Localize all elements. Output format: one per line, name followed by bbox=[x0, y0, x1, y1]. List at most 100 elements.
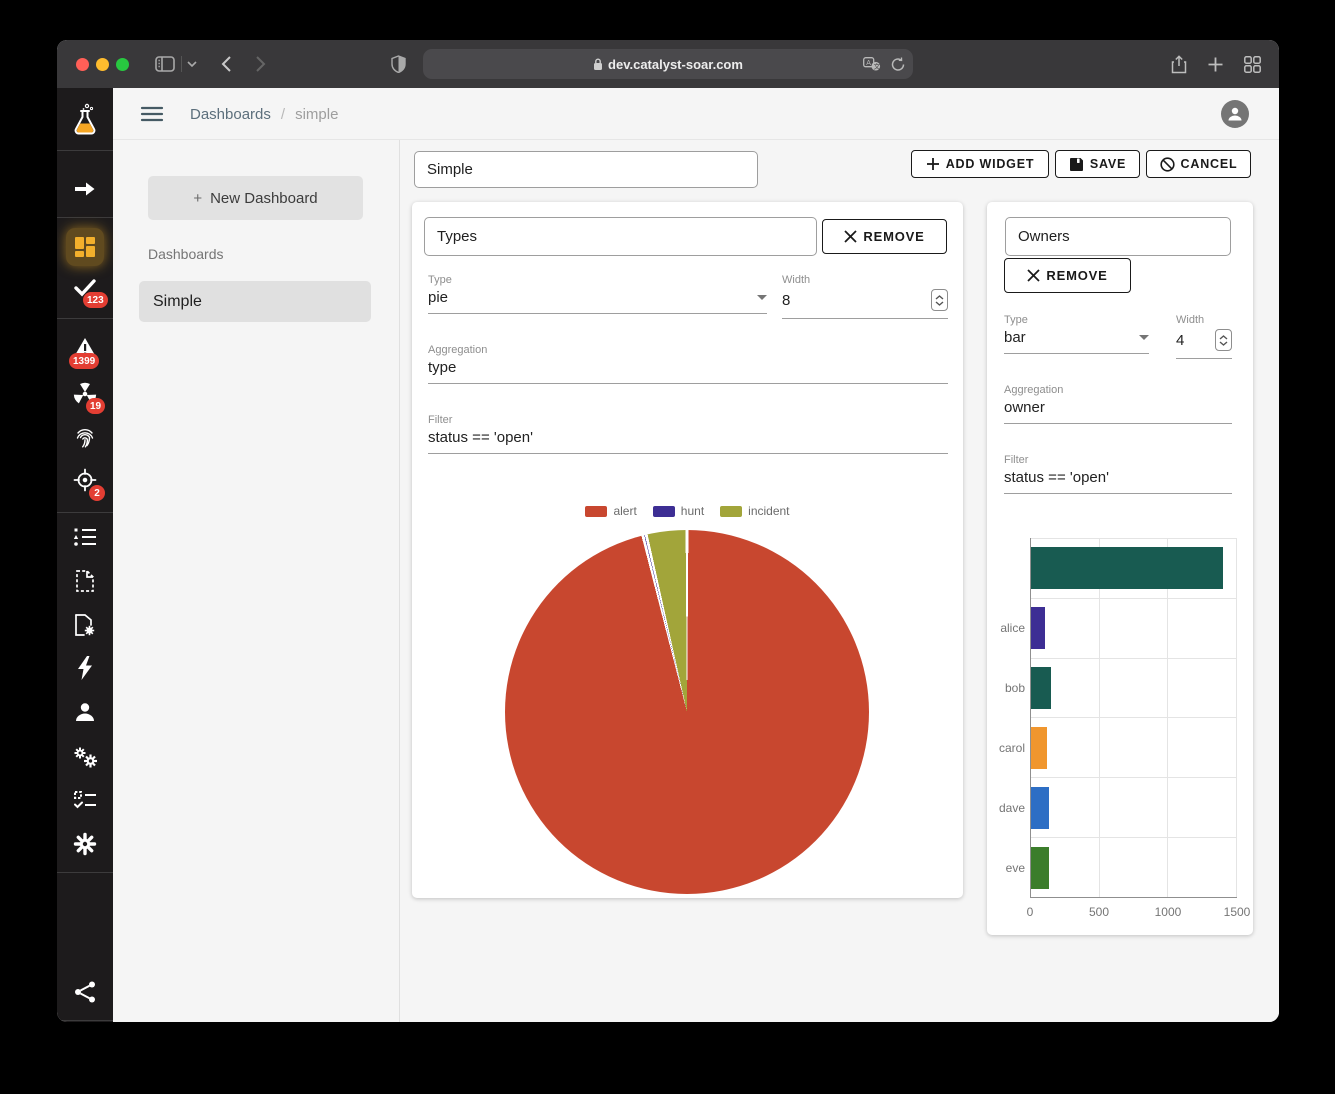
widget-card-owners: REMOVE Type bar Width 4 bbox=[987, 202, 1253, 935]
nav-checklist-icon[interactable] bbox=[57, 780, 113, 820]
x-tick-label: 0 bbox=[1027, 905, 1034, 919]
breadcrumb-page: simple bbox=[295, 106, 338, 123]
legend-item: hunt bbox=[653, 504, 704, 518]
tab-overview-icon[interactable] bbox=[1239, 40, 1265, 88]
legend-item: alert bbox=[585, 504, 636, 518]
aggregation-input[interactable]: Aggregation owner bbox=[1004, 384, 1232, 424]
width-stepper[interactable]: Width 8 bbox=[782, 274, 948, 319]
aggregation-input[interactable]: Aggregation type bbox=[428, 344, 948, 384]
bar bbox=[1031, 787, 1049, 829]
cases-badge: 19 bbox=[86, 398, 105, 414]
nav-gears-icon[interactable] bbox=[57, 737, 113, 777]
bar-row: eve bbox=[1031, 837, 1237, 897]
breadcrumb: Dashboards / simple bbox=[190, 88, 338, 140]
type-select[interactable]: Type bar bbox=[1004, 314, 1149, 354]
svg-text:文: 文 bbox=[874, 62, 881, 71]
bar bbox=[1031, 727, 1047, 769]
lock-icon bbox=[593, 58, 603, 71]
x-tick-label: 500 bbox=[1089, 905, 1109, 919]
dashboards-panel: +New Dashboard Dashboards Simple bbox=[113, 140, 400, 1022]
new-tab-icon[interactable] bbox=[1203, 40, 1227, 88]
url-text: dev.catalyst-soar.com bbox=[608, 57, 743, 72]
back-icon[interactable] bbox=[215, 40, 237, 88]
nav-list-icon[interactable] bbox=[57, 517, 113, 557]
titlebar-divider bbox=[181, 56, 182, 72]
nav-fingerprint-icon[interactable] bbox=[57, 417, 113, 457]
cancel-icon bbox=[1160, 157, 1175, 172]
bar-chart: alicebobcaroldaveeve 050010001500 bbox=[1030, 538, 1237, 898]
nav-rail: 123 1399 19 2 bbox=[57, 88, 113, 1022]
bar-category-label: eve bbox=[989, 861, 1025, 875]
pie-legend: alert hunt incident bbox=[412, 504, 963, 518]
save-button[interactable]: SAVE bbox=[1055, 150, 1140, 178]
nav-dashboards-icon[interactable] bbox=[57, 227, 113, 267]
bar-row: alice bbox=[1031, 598, 1237, 658]
add-widget-button[interactable]: ADD WIDGET bbox=[911, 150, 1049, 178]
stepper-icon[interactable] bbox=[931, 289, 948, 311]
bar-category-label: bob bbox=[989, 681, 1025, 695]
translate-icon[interactable]: A文 bbox=[863, 57, 881, 71]
dashboard-list-item-simple[interactable]: Simple bbox=[139, 281, 371, 322]
nav-file-gear-icon[interactable] bbox=[57, 605, 113, 645]
width-stepper[interactable]: Width 4 bbox=[1176, 314, 1232, 359]
bar bbox=[1031, 667, 1051, 709]
browser-titlebar: dev.catalyst-soar.com A文 bbox=[57, 40, 1279, 88]
tasks-badge: 123 bbox=[83, 292, 108, 308]
type-select[interactable]: Type pie bbox=[428, 274, 767, 314]
breadcrumb-dashboards[interactable]: Dashboards bbox=[190, 106, 271, 123]
shield-icon[interactable] bbox=[387, 40, 409, 88]
alerts-badge: 1399 bbox=[69, 353, 99, 369]
bar-category-label: dave bbox=[989, 801, 1025, 815]
nav-arrow-right-icon[interactable] bbox=[57, 169, 113, 209]
sidebar-toggle-icon[interactable] bbox=[151, 40, 179, 88]
nav-share-icon[interactable] bbox=[57, 972, 113, 1012]
svg-text:A: A bbox=[866, 60, 871, 67]
user-avatar[interactable] bbox=[1221, 100, 1249, 128]
legend-label: incident bbox=[748, 504, 789, 518]
menu-icon[interactable] bbox=[140, 102, 164, 126]
bar-category-label: carol bbox=[989, 741, 1025, 755]
cancel-button[interactable]: CANCEL bbox=[1146, 150, 1251, 178]
filter-input[interactable]: Filter status == 'open' bbox=[1004, 454, 1232, 494]
nav-user-icon[interactable] bbox=[57, 692, 113, 732]
catalyst-flask-logo[interactable] bbox=[57, 100, 113, 140]
nav-radiation-icon[interactable]: 19 bbox=[57, 374, 113, 414]
widget-name-input[interactable] bbox=[424, 217, 817, 256]
chevron-down-icon bbox=[1139, 335, 1149, 340]
widget-card-types: REMOVE Type pie Width 8 bbox=[412, 202, 963, 898]
share-page-icon[interactable] bbox=[1167, 40, 1191, 88]
nav-settings-gear-icon[interactable] bbox=[57, 824, 113, 864]
x-tick-label: 1500 bbox=[1224, 905, 1251, 919]
nav-tasks-icon[interactable]: 123 bbox=[57, 268, 113, 308]
browser-window: dev.catalyst-soar.com A文 bbox=[57, 40, 1279, 1022]
save-icon bbox=[1069, 157, 1084, 172]
bar-category-label: alice bbox=[989, 621, 1025, 635]
zoom-window-button[interactable] bbox=[116, 58, 129, 71]
widget-name-input[interactable] bbox=[1005, 217, 1231, 256]
x-tick-label: 1000 bbox=[1155, 905, 1182, 919]
remove-widget-button[interactable]: REMOVE bbox=[822, 219, 947, 254]
bar-row: dave bbox=[1031, 777, 1237, 837]
legend-swatch bbox=[585, 506, 607, 517]
chevron-down-icon[interactable] bbox=[183, 40, 201, 88]
nav-lightning-icon[interactable] bbox=[57, 648, 113, 688]
filter-input[interactable]: Filter status == 'open' bbox=[428, 414, 948, 454]
pie-chart bbox=[505, 530, 869, 894]
new-dashboard-button[interactable]: +New Dashboard bbox=[148, 176, 363, 220]
dashboard-name-input[interactable] bbox=[414, 151, 758, 188]
nav-file-dashed-icon[interactable] bbox=[57, 561, 113, 601]
close-window-button[interactable] bbox=[76, 58, 89, 71]
reload-icon[interactable] bbox=[891, 57, 905, 72]
address-bar[interactable]: dev.catalyst-soar.com A文 bbox=[423, 49, 913, 79]
forward-icon[interactable] bbox=[250, 40, 272, 88]
nav-hunts-icon[interactable]: 2 bbox=[57, 460, 113, 500]
legend-swatch bbox=[720, 506, 742, 517]
minimize-window-button[interactable] bbox=[96, 58, 109, 71]
dashboard-editor: ADD WIDGET SAVE CANCEL bbox=[400, 140, 1279, 1022]
bar-x-axis: 050010001500 bbox=[1030, 898, 1237, 920]
nav-alerts-icon[interactable]: 1399 bbox=[57, 327, 113, 367]
stepper-icon[interactable] bbox=[1215, 329, 1232, 351]
remove-widget-button[interactable]: REMOVE bbox=[1004, 258, 1131, 293]
legend-item: incident bbox=[720, 504, 789, 518]
legend-label: hunt bbox=[681, 504, 704, 518]
